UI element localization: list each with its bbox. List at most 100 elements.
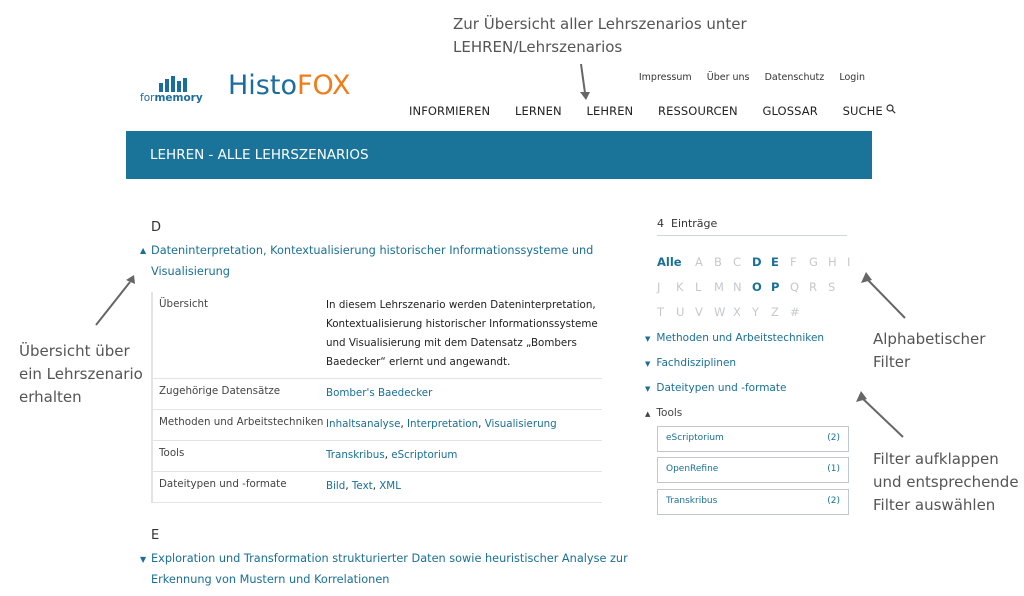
alpha-v[interactable]: V — [695, 301, 714, 324]
annotation-alpha-line1: Alphabetischer — [873, 330, 986, 348]
nav-suche[interactable]: SUCHE — [843, 104, 883, 118]
alpha-r[interactable]: R — [809, 276, 828, 299]
scenario-title-d-line1: Dateninterpretation, Kontextualisierung … — [151, 244, 594, 257]
overview-line2: Kontextualisierung historischer Informat… — [326, 318, 598, 330]
alpha-p[interactable]: P — [771, 276, 790, 299]
alpha-i[interactable]: I — [847, 251, 866, 274]
filter-list: ▼ Methoden und Arbeitstechniken ▼ Fachdisz… — [645, 326, 824, 426]
alpha-s[interactable]: S — [828, 276, 847, 299]
scenario-detail-table: Übersicht In diesem Lehrszenario werden … — [153, 292, 602, 503]
method-link[interactable]: Visualisierung — [485, 418, 557, 430]
formemory-logo-text-bold: memory — [154, 92, 203, 104]
filter-methoden[interactable]: ▼ Methoden und Arbeitstechniken — [645, 326, 824, 351]
chevron-down-icon: ▼ — [645, 385, 651, 393]
annotation-left-line2: ein Lehrszenario — [19, 365, 143, 383]
top-link-login[interactable]: Login — [839, 72, 865, 83]
alphabet-filter: Alle A B C D E F G H I JKLMNOPQRS T U V W X Y Z # — [657, 249, 877, 324]
alpha-x[interactable]: X — [733, 301, 752, 324]
row-label: Zugehörige Datensätze — [153, 378, 326, 410]
table-row: Zugehörige Datensätze Bomber's Baedecker — [153, 378, 602, 410]
alpha-n[interactable]: N — [733, 276, 752, 299]
nav-lehren[interactable]: LEHREN — [586, 104, 633, 118]
alpha-a[interactable]: A — [695, 251, 714, 274]
tool-filter-openrefine[interactable]: OpenRefine (1) — [657, 457, 849, 483]
alpha-alle[interactable]: Alle — [657, 251, 695, 274]
alpha-w[interactable]: W — [714, 301, 733, 324]
tool-filter-name: OpenRefine — [666, 464, 719, 474]
filter-methoden-label: Methoden und Arbeitstechniken — [656, 332, 825, 344]
alpha-h[interactable]: H — [828, 251, 847, 274]
annotation-expand-line1: Filter aufklappen — [873, 450, 999, 468]
chevron-down-icon: ▼ — [645, 360, 651, 368]
table-row: Dateitypen und -formate Bild, Text, XML — [153, 471, 602, 503]
overview-line3: und Visualisierung mit dem Datensatz „Bo… — [326, 337, 577, 349]
formemory-logo[interactable]: formemory — [140, 76, 210, 108]
tool-filter-name: Transkribus — [666, 496, 718, 506]
alpha-b[interactable]: B — [714, 251, 733, 274]
alpha-q[interactable]: Q — [790, 276, 809, 299]
nav-glossar[interactable]: GLOSSAR — [762, 104, 817, 118]
tool-filter-escriptorium[interactable]: eScriptorium (2) — [657, 426, 849, 452]
alpha-u[interactable]: U — [676, 301, 695, 324]
tool-filter-transkribus[interactable]: Transkribus (2) — [657, 489, 849, 515]
method-link[interactable]: Inhaltsanalyse — [326, 418, 400, 430]
chevron-down-icon: ▼ — [645, 335, 651, 343]
top-link-ueber-uns[interactable]: Über uns — [707, 72, 750, 83]
tool-filter-name: eScriptorium — [666, 433, 724, 443]
top-link-impressum[interactable]: Impressum — [639, 72, 692, 83]
row-label: Tools — [153, 440, 326, 472]
alpha-g[interactable]: G — [809, 251, 828, 274]
entry-count: 4 Einträge — [657, 217, 847, 236]
nav-lernen[interactable]: LERNEN — [515, 104, 562, 118]
alpha-z[interactable]: Z — [771, 301, 790, 324]
caret-up-icon[interactable]: ▲ — [140, 246, 146, 255]
filter-fachdisziplinen[interactable]: ▼ Fachdisziplinen — [645, 351, 824, 376]
table-row: Methoden und Arbeitstechniken Inhaltsana… — [153, 409, 602, 441]
annotation-alpha-filter: Alphabetischer Filter — [873, 328, 985, 374]
scenario-title-d[interactable]: Dateninterpretation, Kontextualisierung … — [151, 240, 621, 282]
format-link[interactable]: XML — [379, 480, 401, 492]
nav-informieren[interactable]: INFORMIEREN — [409, 104, 490, 118]
alpha-t[interactable]: T — [657, 301, 676, 324]
annotation-expand-line3: Filter auswählen — [873, 496, 996, 514]
format-link[interactable]: Text — [352, 480, 373, 492]
table-row: Übersicht In diesem Lehrszenario werden … — [153, 292, 602, 379]
brand-part2: FOX — [296, 70, 351, 101]
alpha-c[interactable]: C — [733, 251, 752, 274]
alpha-d[interactable]: D — [752, 251, 771, 274]
alpha-e[interactable]: E — [771, 251, 790, 274]
nav-ressourcen[interactable]: RESSOURCEN — [658, 104, 738, 118]
histofox-logo[interactable]: HistoFOX — [228, 70, 351, 101]
search-icon[interactable] — [886, 104, 896, 114]
dataset-link[interactable]: Bomber's Baedecker — [326, 387, 432, 399]
filter-fachdisziplinen-label: Fachdisziplinen — [656, 357, 737, 369]
chevron-up-icon: ▲ — [645, 410, 651, 418]
group-letter-d: D — [151, 220, 162, 235]
caret-down-icon[interactable]: ▼ — [140, 555, 146, 564]
annotation-top-line2: LEHREN/Lehrszenarios — [453, 38, 623, 56]
alphabet-row-2: JKLMNOPQRS — [657, 274, 877, 299]
scenario-title-e[interactable]: Exploration und Transformation strukturi… — [151, 548, 631, 590]
filter-tools[interactable]: ▲ Tools — [645, 401, 824, 426]
top-link-datenschutz[interactable]: Datenschutz — [765, 72, 825, 83]
alpha-hash[interactable]: # — [790, 301, 809, 324]
alpha-l[interactable]: L — [695, 276, 714, 299]
alpha-k[interactable]: K — [676, 276, 695, 299]
format-link[interactable]: Bild — [326, 480, 345, 492]
alpha-o[interactable]: O — [752, 276, 771, 299]
filter-dateitypen[interactable]: ▼ Dateitypen und -formate — [645, 376, 824, 401]
alpha-f[interactable]: F — [790, 251, 809, 274]
alphabet-row-1: Alle A B C D E F G H I — [657, 249, 877, 274]
alpha-y[interactable]: Y — [752, 301, 771, 324]
formemory-logo-text-pre: for — [140, 92, 155, 104]
tool-filter-count: (1) — [827, 464, 840, 474]
tool-link[interactable]: eScriptorium — [391, 449, 457, 461]
row-value: Inhaltsanalyse, Interpretation, Visualis… — [326, 409, 602, 441]
method-link[interactable]: Interpretation — [407, 418, 478, 430]
scenario-title-e-line2: Erkennung von Mustern und Korrelationen — [151, 573, 390, 586]
alpha-j[interactable]: J — [657, 276, 676, 299]
alpha-m[interactable]: M — [714, 276, 733, 299]
tool-link[interactable]: Transkribus — [326, 449, 385, 461]
scenario-title-e-line1: Exploration und Transformation strukturi… — [151, 552, 628, 565]
row-label: Dateitypen und -formate — [153, 471, 326, 503]
